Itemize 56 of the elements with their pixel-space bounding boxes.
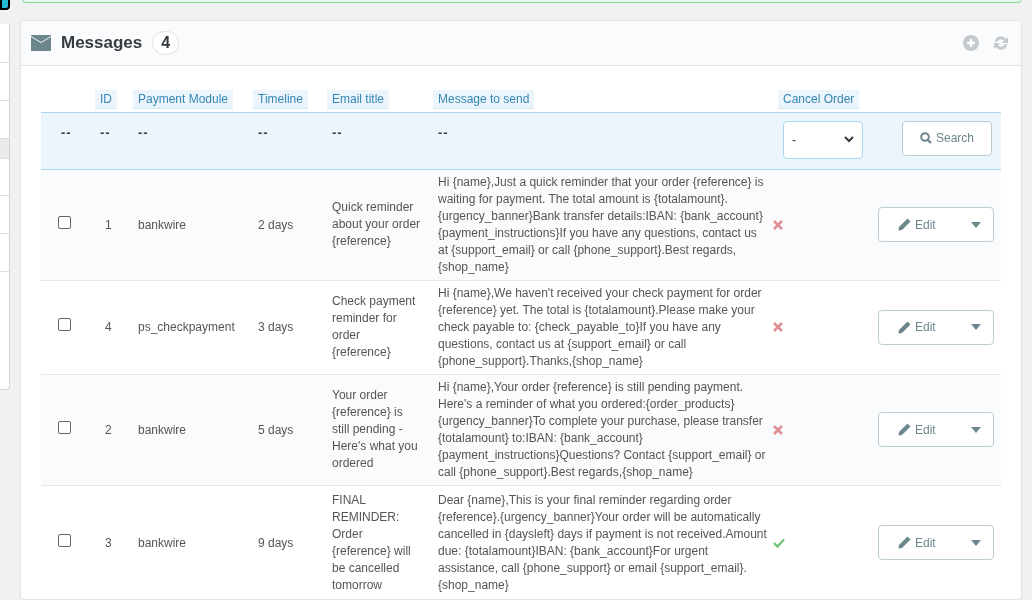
row-checkbox[interactable] — [58, 215, 71, 229]
row-id: 3 — [105, 535, 112, 550]
timeline-cell: 2 days — [258, 217, 294, 232]
edit-button[interactable]: Edit — [878, 525, 994, 560]
panel-title: Messages — [61, 32, 143, 55]
row-checkbox[interactable] — [58, 318, 71, 331]
timeline-cell: 3 days — [258, 320, 294, 334]
filter-field[interactable]: -- — [61, 124, 72, 140]
column-header[interactable]: ID — [95, 90, 117, 109]
pencil-icon — [898, 423, 911, 436]
column-header[interactable]: Cancel Order — [778, 90, 860, 109]
column-header[interactable]: Payment Module — [133, 90, 234, 109]
edit-button[interactable]: Edit — [878, 412, 994, 447]
payment-module: bankwire — [138, 422, 187, 437]
row-id: 2 — [105, 422, 112, 437]
envelope-icon — [31, 35, 51, 51]
caret-icon — [971, 221, 981, 228]
caret-icon — [971, 324, 981, 330]
column-header[interactable]: Timeline — [253, 90, 308, 109]
pencil-icon — [898, 218, 911, 231]
row-checkbox[interactable] — [58, 533, 71, 547]
edit-button[interactable]: Edit — [878, 309, 994, 345]
message-text: Hi {name},We haven't received your check payment for order {reference} yet. The total is {totalamount}.Please make your check payable to: {check_payable_to}If you have any questions, contact us at {support_email} or call {phone_support}.Thanks,{shop_name} — [438, 285, 762, 368]
menu-button[interactable] — [0, 0, 10, 10]
caret-icon — [971, 539, 981, 546]
filter-field[interactable]: -- — [138, 124, 149, 140]
cancel-order-select[interactable]: - — [783, 120, 863, 159]
row-checkbox[interactable] — [58, 420, 71, 434]
search-icon — [920, 132, 932, 144]
pencil-icon — [898, 320, 911, 334]
message-text: Hi {name},Just a quick reminder that your order {reference} is waiting for payment. The total amount is {totalamount}.{urgency_banner}Bank transfer details:IBAN: {bank_account}{payment_instructions}If you have any questions, contact us at {support_email} or call {phone_support}.Best regards,{shop_name} — [438, 174, 764, 274]
message-text: Hi {name},Your order {reference} is still pending payment. Here's a reminder of what you ordered:{order_products}{urgency_banner}To complete your purchase, please transfer {totalamount} to:IBAN: {bank_account}{payment_instructions}Questions? Contact {support_email} or call {phone_support}.Best regards,{shop_name} — [438, 379, 766, 479]
email-title: FINAL REMINDER: Order {reference} will be cancelled tomorrow — [332, 492, 411, 592]
row-id: 1 — [105, 217, 112, 232]
column-header[interactable]: Email title — [327, 90, 389, 109]
filter-field[interactable]: -- — [100, 124, 111, 140]
payment-module: ps_checkpayment — [138, 320, 235, 334]
row-id: 4 — [105, 320, 112, 334]
payment-module: bankwire — [138, 217, 187, 232]
message-count: 4 — [152, 31, 180, 55]
email-title: Your order {reference} is still pending - Here's what you ordered — [332, 388, 418, 470]
caret-icon — [971, 426, 981, 433]
search-button[interactable]: Search — [902, 120, 992, 156]
filter-field[interactable]: -- — [258, 124, 269, 140]
chevron-icon — [844, 136, 854, 143]
pencil-icon — [898, 536, 911, 549]
edit-button[interactable]: Edit — [878, 207, 994, 242]
email-title: Quick reminder about your order {reference} — [332, 200, 421, 248]
timeline-cell: 9 days — [258, 535, 294, 550]
payment-module: bankwire — [138, 535, 187, 550]
filter-field[interactable]: -- — [332, 124, 343, 140]
message-text: Dear {name},This is your final reminder regarding order {reference}.{urgency_banner}Your order will be automatically cancelled in {daysleft} days if payment is not received.Amount due: {totalamount}IBAN: {bank_account}For urgent assistance, call {phone_support} or email {support_email}.{shop_name} — [438, 492, 767, 592]
timeline-cell: 5 days — [258, 422, 294, 437]
filter-field[interactable]: -- — [438, 124, 449, 140]
column-header[interactable]: Message to send — [433, 90, 535, 109]
email-title: Check payment reminder for order {reference} — [332, 294, 416, 359]
